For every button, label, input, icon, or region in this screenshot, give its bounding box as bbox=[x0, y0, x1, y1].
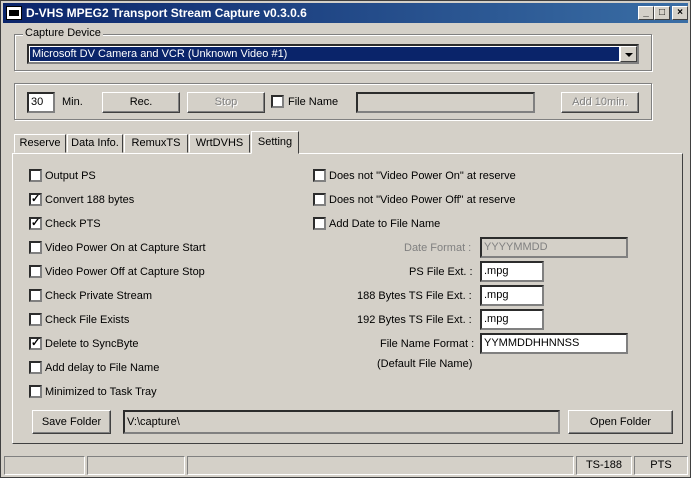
capture-device-label: Capture Device bbox=[23, 27, 103, 39]
tab-data-info[interactable]: Data Info. bbox=[67, 134, 123, 153]
minimized-to-tray-checkbox[interactable] bbox=[29, 385, 42, 398]
dropdown-button[interactable] bbox=[620, 46, 637, 62]
ts188-ext-input[interactable]: .mpg bbox=[480, 285, 544, 306]
title-bar[interactable]: D-VHS MPEG2 Transport Stream Capture v0.… bbox=[3, 3, 688, 23]
video-power-on-checkbox[interactable] bbox=[29, 241, 42, 254]
rec-button[interactable]: Rec. bbox=[102, 92, 180, 113]
capture-device-selected: Microsoft DV Camera and VCR (Unknown Vid… bbox=[30, 47, 619, 61]
status-cell-3 bbox=[187, 456, 574, 475]
status-cell-2 bbox=[87, 456, 185, 475]
check-pts-label: Check PTS bbox=[45, 218, 101, 230]
minimized-to-tray-label: Minimized to Task Tray bbox=[45, 386, 157, 398]
default-file-name-note: (Default File Name) bbox=[377, 358, 473, 370]
tab-reserve[interactable]: Reserve bbox=[14, 134, 66, 153]
app-icon bbox=[6, 6, 22, 20]
check-pts-checkbox[interactable]: ✓ bbox=[29, 217, 42, 230]
close-icon: × bbox=[677, 7, 683, 18]
date-format-label: Date Format : bbox=[404, 242, 472, 254]
status-cell-1 bbox=[4, 456, 85, 475]
add-delay-checkbox[interactable] bbox=[29, 361, 42, 374]
minutes-label: Min. bbox=[62, 96, 83, 108]
output-ps-label: Output PS bbox=[45, 170, 96, 182]
check-private-stream-checkbox[interactable] bbox=[29, 289, 42, 302]
check-file-exists-label: Check File Exists bbox=[45, 314, 130, 326]
tab-wrtdvhs[interactable]: WrtDVHS bbox=[189, 134, 250, 153]
delete-to-syncbyte-checkbox[interactable]: ✓ bbox=[29, 337, 42, 350]
minimize-icon: _ bbox=[643, 7, 649, 18]
check-file-exists-checkbox[interactable] bbox=[29, 313, 42, 326]
file-name-input[interactable] bbox=[356, 92, 535, 113]
minimize-button[interactable]: _ bbox=[638, 6, 654, 20]
no-power-on-reserve-checkbox[interactable] bbox=[313, 169, 326, 182]
add-date-label: Add Date to File Name bbox=[329, 218, 441, 230]
maximize-icon: □ bbox=[658, 7, 666, 18]
save-folder-button[interactable]: Save Folder bbox=[32, 410, 111, 434]
maximize-button[interactable]: □ bbox=[654, 6, 670, 20]
ts192-ext-input[interactable]: .mpg bbox=[480, 309, 544, 330]
ts188-ext-label: 188 Bytes TS File Ext. : bbox=[357, 290, 472, 302]
window-title: D-VHS MPEG2 Transport Stream Capture v0.… bbox=[26, 6, 307, 20]
minutes-input[interactable]: 30 bbox=[27, 92, 55, 113]
convert-188-checkbox[interactable]: ✓ bbox=[29, 193, 42, 206]
name-format-label: File Name Format : bbox=[380, 338, 475, 350]
video-power-on-label: Video Power On at Capture Start bbox=[45, 242, 206, 254]
chevron-down-icon bbox=[625, 53, 633, 57]
no-power-off-reserve-label: Does not "Video Power Off" at reserve bbox=[329, 194, 516, 206]
folder-path-field[interactable]: V:\capture\ bbox=[123, 410, 560, 434]
capture-device-select[interactable]: Microsoft DV Camera and VCR (Unknown Vid… bbox=[27, 44, 639, 64]
name-format-input[interactable]: YYMMDDHHNNSS bbox=[480, 333, 628, 354]
file-name-label: File Name bbox=[288, 96, 339, 108]
check-private-stream-label: Check Private Stream bbox=[45, 290, 152, 302]
close-button[interactable]: × bbox=[672, 6, 688, 20]
status-ts188: TS-188 bbox=[576, 456, 632, 475]
add-date-checkbox[interactable] bbox=[313, 217, 326, 230]
add-delay-label: Add delay to File Name bbox=[45, 362, 160, 374]
delete-to-syncbyte-label: Delete to SyncByte bbox=[45, 338, 139, 350]
app-window: D-VHS MPEG2 Transport Stream Capture v0.… bbox=[0, 0, 691, 478]
open-folder-button[interactable]: Open Folder bbox=[568, 410, 673, 434]
stop-button[interactable]: Stop bbox=[187, 92, 265, 113]
convert-188-label: Convert 188 bytes bbox=[45, 194, 135, 206]
ps-ext-label: PS File Ext. : bbox=[409, 266, 473, 278]
check-icon: ✓ bbox=[31, 193, 41, 205]
status-pts: PTS bbox=[634, 456, 688, 475]
video-power-off-label: Video Power Off at Capture Stop bbox=[45, 266, 205, 278]
ts192-ext-label: 192 Bytes TS File Ext. : bbox=[357, 314, 472, 326]
check-icon: ✓ bbox=[31, 337, 41, 349]
tab-remuxts[interactable]: RemuxTS bbox=[124, 134, 188, 153]
date-format-input[interactable]: YYYYMMDD bbox=[480, 237, 628, 258]
no-power-off-reserve-checkbox[interactable] bbox=[313, 193, 326, 206]
add-10min-button[interactable]: Add 10min. bbox=[561, 92, 639, 113]
output-ps-checkbox[interactable] bbox=[29, 169, 42, 182]
ps-ext-input[interactable]: .mpg bbox=[480, 261, 544, 282]
no-power-on-reserve-label: Does not "Video Power On" at reserve bbox=[329, 170, 516, 182]
check-icon: ✓ bbox=[31, 217, 41, 229]
tab-setting[interactable]: Setting bbox=[251, 131, 299, 154]
file-name-checkbox[interactable] bbox=[271, 95, 284, 108]
video-power-off-checkbox[interactable] bbox=[29, 265, 42, 278]
